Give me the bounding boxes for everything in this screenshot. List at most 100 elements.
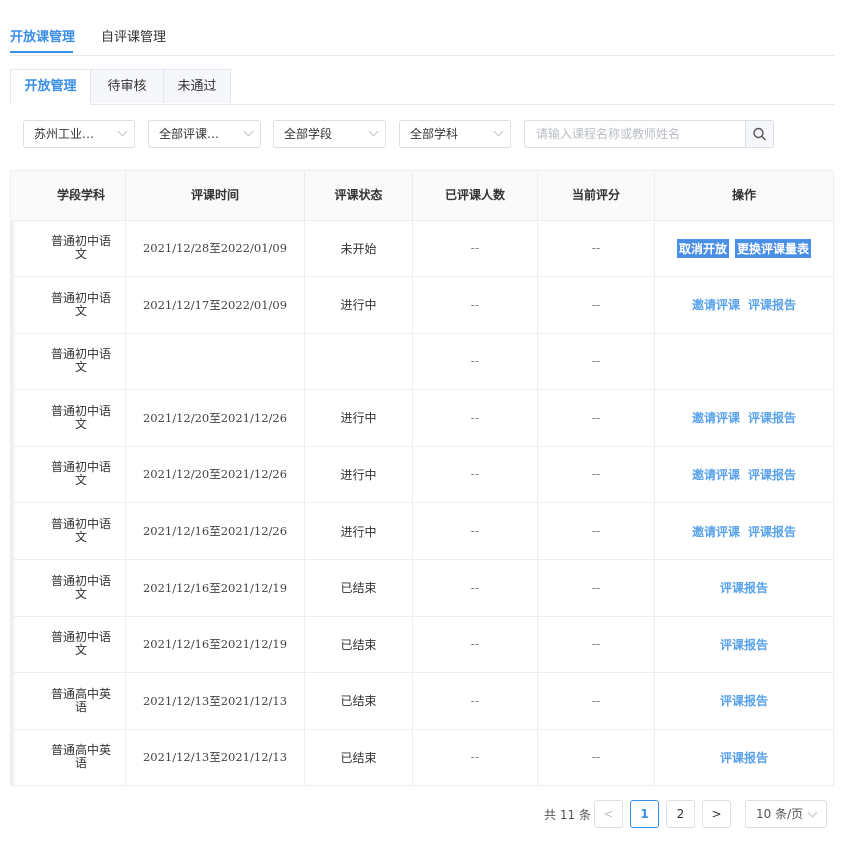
- action-link[interactable]: 评课报告: [748, 523, 796, 540]
- action-link[interactable]: 评课报告: [748, 466, 796, 483]
- cell-status: 已结束: [305, 672, 413, 729]
- tab-not-approved[interactable]: 未通过: [163, 69, 231, 103]
- action-link[interactable]: 邀请评课: [692, 466, 740, 483]
- page-button-2[interactable]: 2: [666, 800, 695, 828]
- tab-pending-review[interactable]: 待审核: [90, 69, 164, 103]
- cell-score: --: [538, 276, 655, 333]
- school-select[interactable]: 苏州工业…: [23, 120, 135, 148]
- page-size-select[interactable]: 10 条/页: [745, 800, 827, 828]
- chevron-down-icon: [368, 126, 379, 137]
- cell-time: 2021/12/16至2021/12/19: [126, 559, 305, 616]
- cell-subject: 普通高中英语: [37, 729, 126, 786]
- cell-score: --: [538, 333, 655, 390]
- cell-subject: 普通初中语文: [37, 616, 126, 673]
- cell-reviewer-count: --: [413, 446, 538, 503]
- cell-score: --: [538, 616, 655, 673]
- page-size-value: 10 条/页: [756, 807, 804, 821]
- header-subject: 学段学科: [37, 171, 126, 220]
- page-button-1[interactable]: 1: [630, 800, 659, 828]
- cell-reviewer-count: --: [413, 389, 538, 446]
- table-row: 普通初中语文 2021/12/20至2021/12/26 进行中 -- -- 邀请评课 评课…: [11, 446, 833, 504]
- cell-status: [305, 333, 413, 390]
- cell-status: 已结束: [305, 729, 413, 786]
- cell-subject: 普通初中语文: [37, 559, 126, 616]
- table-row: 普通高中英语 2021/12/13至2021/12/13 已结束 -- -- 评课报告: [11, 672, 833, 730]
- action-link[interactable]: 评课报告: [748, 296, 796, 313]
- subject-select-value: 全部学科: [410, 127, 459, 141]
- action-link[interactable]: 评课报告: [720, 749, 768, 766]
- cell-time: 2021/12/20至2021/12/26: [126, 446, 305, 503]
- cell-score: --: [538, 559, 655, 616]
- cell-actions: 邀请评课 评课报告: [655, 503, 833, 559]
- action-link[interactable]: 取消开放: [676, 238, 729, 258]
- table-row: 普通初中语文 2021/12/16至2021/12/19 已结束 -- -- 评课报告: [11, 559, 833, 617]
- search-button[interactable]: [745, 120, 774, 148]
- header-time: 评课时间: [126, 171, 305, 220]
- cell-status: 未开始: [305, 220, 413, 276]
- cell-time: 2021/12/20至2021/12/26: [126, 389, 305, 446]
- action-link[interactable]: 邀请评课: [692, 409, 740, 426]
- action-link[interactable]: 评课报告: [720, 579, 768, 596]
- subject-select[interactable]: 全部学科: [399, 120, 511, 148]
- action-link[interactable]: 评课报告: [720, 692, 768, 709]
- cell-score: --: [538, 729, 655, 786]
- table-row: 普通初中语文 2021/12/20至2021/12/26 进行中 -- -- 邀请评课 评课…: [11, 389, 833, 447]
- table-row: 普通初中语文 2021/12/28至2022/01/09 未开始 -- -- 取消开放 更换…: [11, 220, 833, 277]
- table-row: 普通初中语文 2021/12/16至2021/12/19 已结束 -- -- 评课报告: [11, 616, 833, 674]
- tab-open-course-management[interactable]: 开放课管理: [10, 26, 75, 45]
- cell-time: 2021/12/13至2021/12/13: [126, 672, 305, 729]
- table-row: 普通初中语文 2021/12/17至2022/01/09 进行中 -- -- 邀请评课 评课…: [11, 276, 833, 334]
- cell-time: [126, 333, 305, 390]
- cell-reviewer-count: --: [413, 333, 538, 390]
- cell-time: 2021/12/13至2021/12/13: [126, 729, 305, 786]
- evaluation-type-select[interactable]: 全部评课…: [148, 120, 261, 148]
- cell-actions: 邀请评课 评课报告: [655, 390, 833, 446]
- cell-status: 进行中: [305, 503, 413, 559]
- search-icon: [753, 127, 766, 141]
- action-link[interactable]: 评课报告: [720, 636, 768, 653]
- table-header: 学段学科 评课时间 评课状态 已评课人数 当前评分 操作: [11, 171, 833, 221]
- tab-open-management[interactable]: 开放管理: [10, 69, 91, 105]
- action-link[interactable]: 邀请评课: [692, 523, 740, 540]
- table-row: 普通初中语文 -- --: [11, 333, 833, 391]
- cell-reviewer-count: --: [413, 559, 538, 616]
- cell-time: 2021/12/17至2022/01/09: [126, 276, 305, 333]
- cell-score: --: [538, 389, 655, 446]
- cell-actions: 评课报告: [655, 729, 833, 785]
- chevron-down-icon: [117, 126, 128, 137]
- table-row: 普通高中英语 2021/12/13至2021/12/13 已结束 -- -- 评课报告: [11, 729, 833, 787]
- header-actions: 操作: [731, 188, 756, 202]
- cell-actions: [655, 333, 833, 389]
- search-input[interactable]: [524, 120, 746, 148]
- tab-self-evaluation-management[interactable]: 自评课管理: [101, 26, 166, 45]
- school-select-value: 苏州工业…: [34, 127, 95, 141]
- action-link[interactable]: 邀请评课: [692, 296, 740, 313]
- cell-score: --: [538, 672, 655, 729]
- stage-select[interactable]: 全部学段: [273, 120, 386, 148]
- cell-score: --: [538, 220, 655, 276]
- cell-status: 进行中: [305, 276, 413, 333]
- action-link[interactable]: 更换评课量表: [735, 238, 812, 258]
- prev-page-button[interactable]: <: [594, 800, 623, 828]
- evaluation-type-select-value: 全部评课…: [159, 127, 220, 141]
- cell-reviewer-count: --: [413, 616, 538, 673]
- cell-subject: 普通初中语文: [37, 446, 126, 503]
- next-page-button[interactable]: >: [702, 800, 731, 828]
- cell-status: 已结束: [305, 559, 413, 616]
- cell-time: 2021/12/16至2021/12/19: [126, 616, 305, 673]
- cell-actions: 邀请评课 评课报告: [655, 277, 833, 333]
- action-link[interactable]: 评课报告: [748, 409, 796, 426]
- header-reviewer-count: 已评课人数: [413, 171, 538, 220]
- pagination-total: 共 11 条: [544, 808, 591, 822]
- sub-tab-bar: 开放管理 待审核 未通过: [10, 69, 834, 105]
- cell-subject: 普通高中英语: [37, 672, 126, 729]
- stage-select-value: 全部学段: [284, 127, 333, 141]
- cell-actions: 评课报告: [655, 560, 833, 616]
- cell-reviewer-count: --: [413, 220, 538, 276]
- chevron-down-icon: [493, 126, 504, 137]
- table-row: 普通初中语文 2021/12/16至2021/12/26 进行中 -- -- 邀请评课 评课…: [11, 503, 833, 560]
- cell-score: --: [538, 503, 655, 559]
- cell-actions: 评课报告: [655, 616, 833, 672]
- cell-subject: 普通初中语文: [37, 333, 126, 390]
- chevron-down-icon: [807, 807, 818, 818]
